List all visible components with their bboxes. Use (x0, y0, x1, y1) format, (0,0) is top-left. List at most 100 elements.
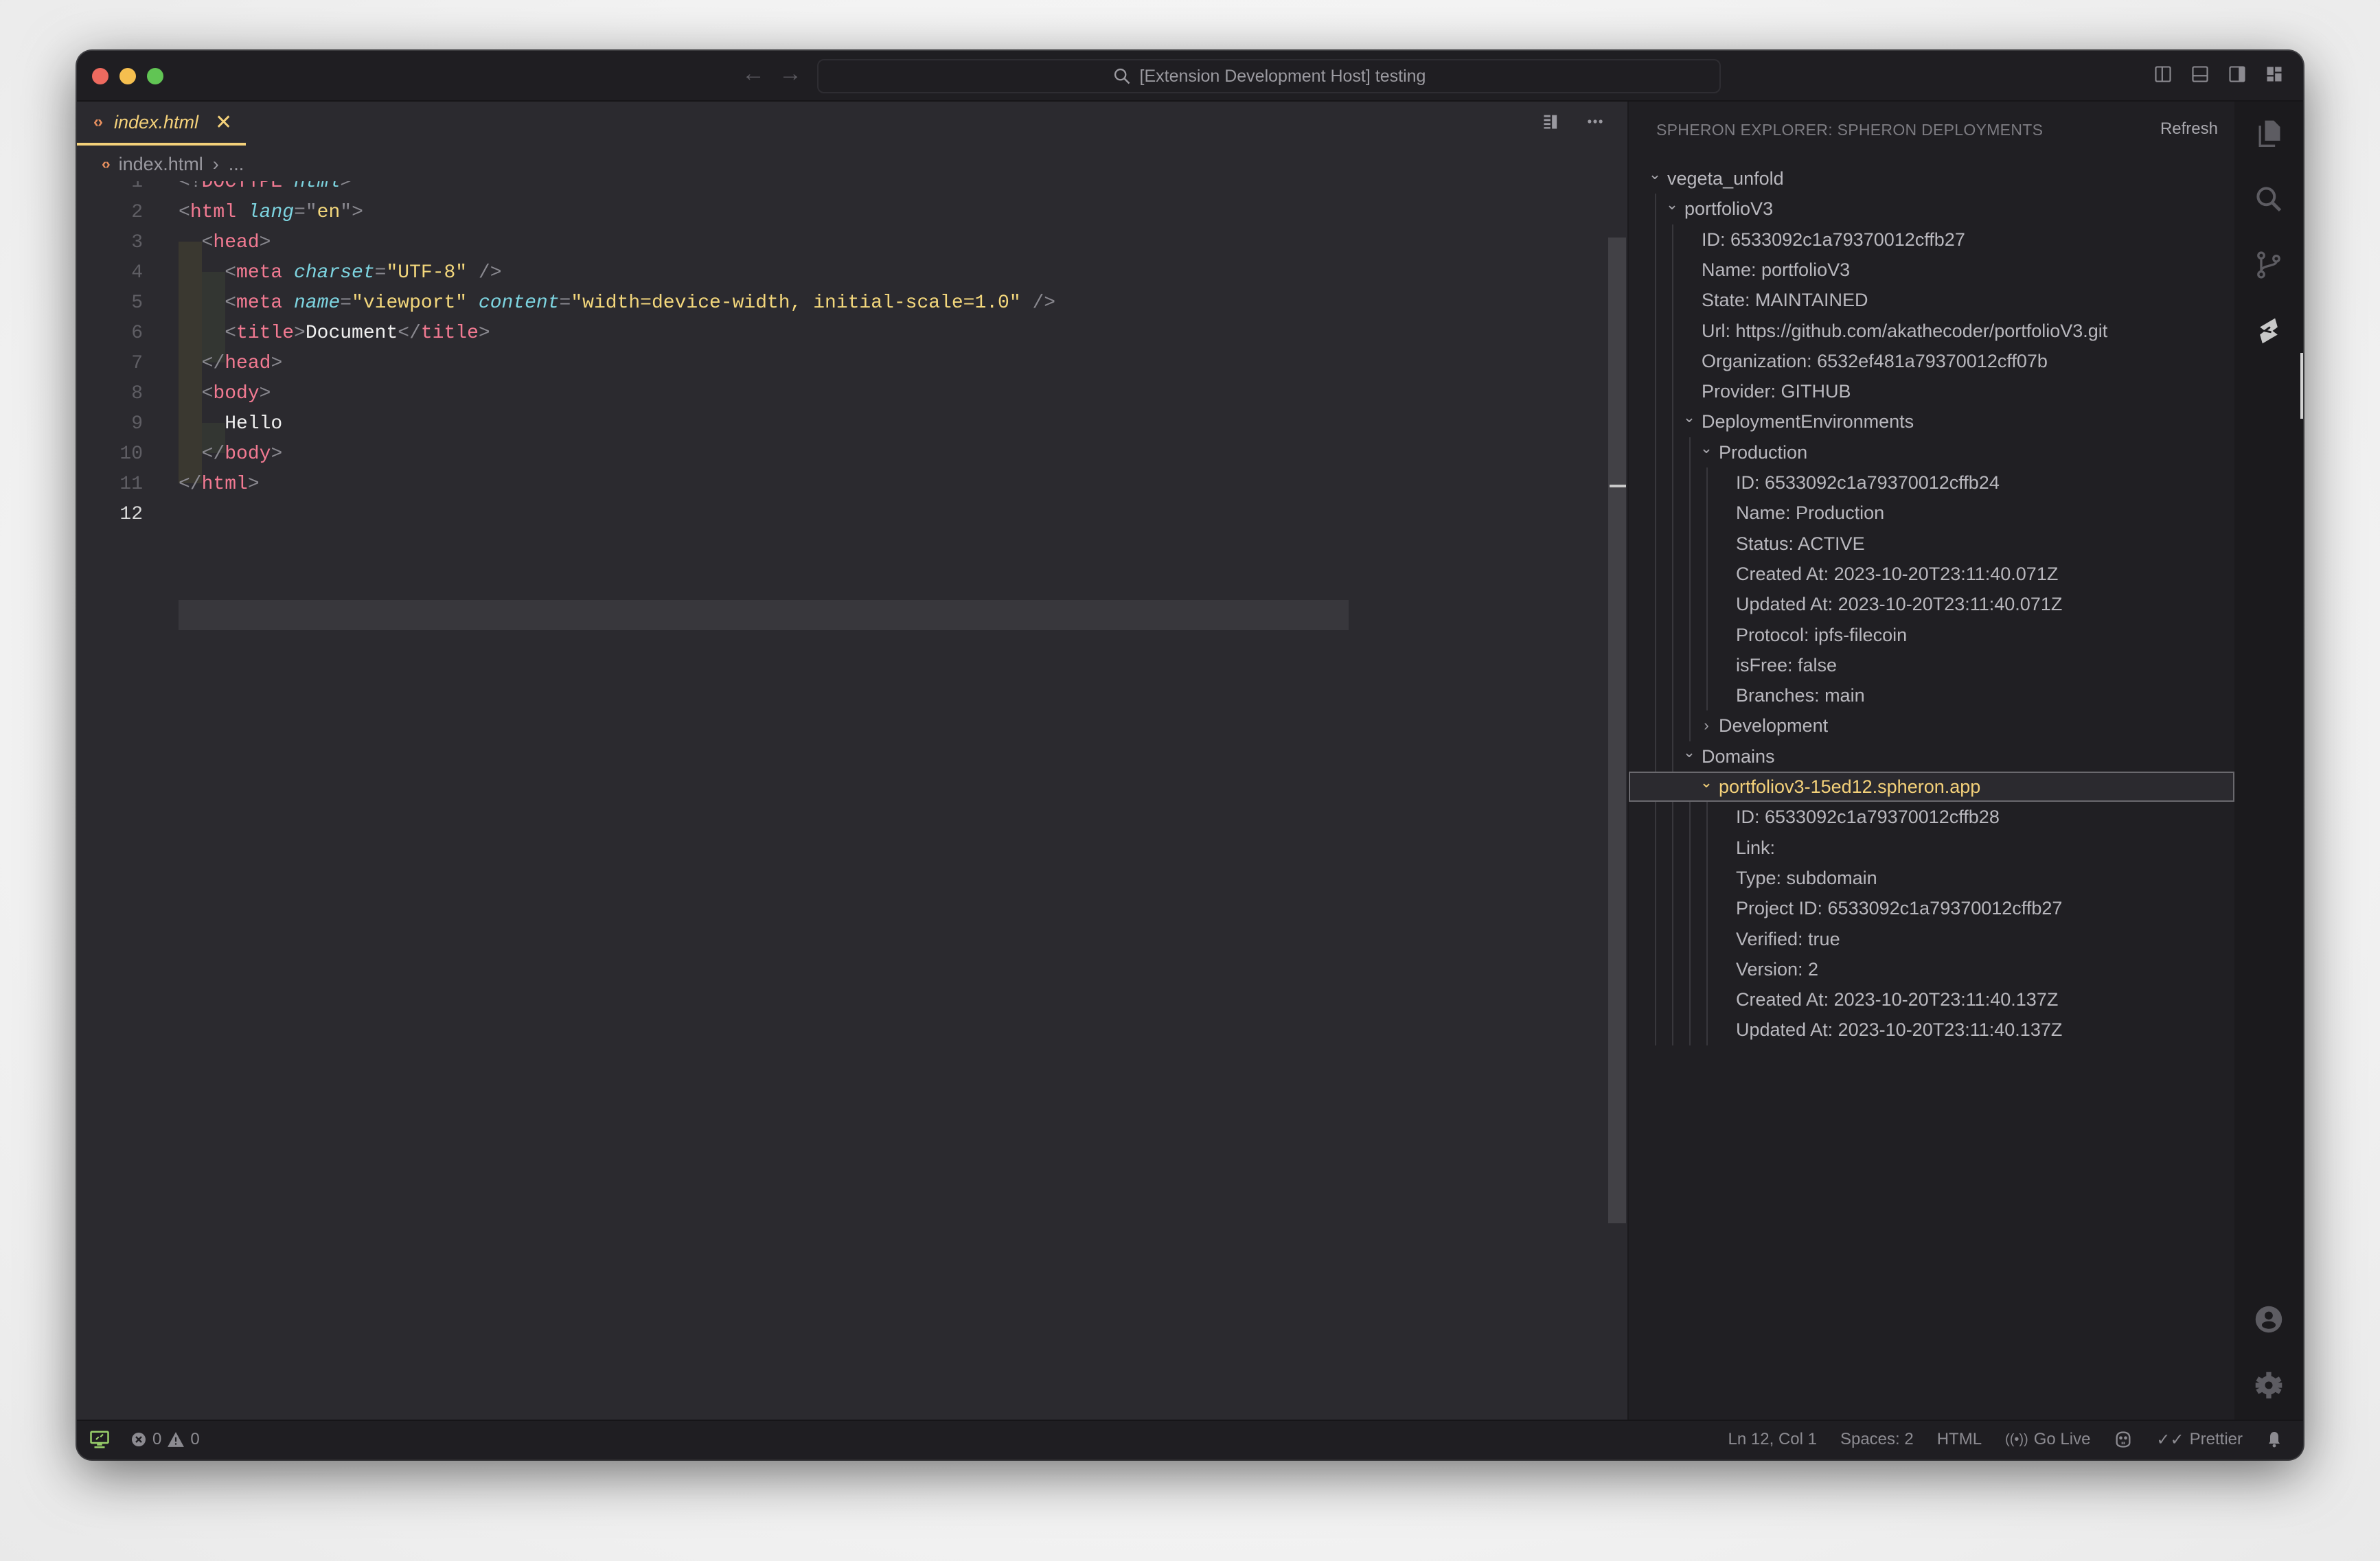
code-token: html (190, 202, 237, 223)
code-line[interactable]: 9 Hello (77, 409, 1519, 439)
tree-item[interactable]: ⌄ Production (1629, 437, 2236, 467)
code-line[interactable]: 4 <meta charset="UTF-8" /> (77, 258, 1519, 288)
tree-item[interactable]: Updated At: 2023-10-20T23:11:40.071Z (1629, 589, 2236, 619)
remote-window-icon[interactable] (89, 1429, 110, 1450)
language-mode[interactable]: HTML (1937, 1430, 1982, 1449)
tree-item[interactable]: Name: portfolioV3 (1629, 255, 2236, 285)
code-line[interactable]: 12 (77, 500, 1519, 530)
spheron-icon[interactable] (2254, 316, 2284, 346)
toggle-secondary-sidebar-icon[interactable] (2228, 65, 2247, 84)
tree-item[interactable]: Verified: true (1629, 924, 2236, 954)
tree-item[interactable]: ID: 6533092c1a79370012cffb28 (1629, 802, 2236, 832)
tree-item[interactable]: ID: 6533092c1a79370012cffb24 (1629, 467, 2236, 498)
tree-item[interactable]: Created At: 2023-10-20T23:11:40.137Z (1629, 984, 2236, 1015)
tree-item[interactable]: Protocol: ipfs-filecoin (1629, 620, 2236, 650)
tree-item[interactable]: ID: 6533092c1a79370012cffb27 (1629, 224, 2236, 255)
tree-item[interactable]: Status: ACTIVE (1629, 529, 2236, 559)
scrollbar-cursor-marker (1610, 485, 1626, 487)
code-token: "UTF-8" (386, 262, 468, 284)
chevron-down-icon[interactable]: ⌄ (1682, 737, 1696, 767)
tree-item[interactable]: Link: (1629, 833, 2236, 863)
account-icon[interactable] (2254, 1304, 2284, 1334)
tree-item[interactable]: Branches: main (1629, 680, 2236, 710)
customize-layout-icon[interactable] (2265, 65, 2284, 84)
code-line[interactable]: 2 <html lang="en"> (77, 198, 1519, 228)
explorer-icon[interactable] (2254, 118, 2284, 148)
problems-indicator[interactable]: 0 0 (130, 1430, 200, 1449)
tree-item[interactable]: Updated At: 2023-10-20T23:11:40.137Z (1629, 1015, 2236, 1045)
line-content: <html lang="en"> (179, 198, 363, 228)
toggle-panel-icon[interactable] (2190, 65, 2210, 84)
tree-item-label: vegeta_unfold (1667, 168, 1784, 189)
tree-item[interactable]: › Development (1629, 710, 2236, 741)
code-line[interactable]: 8 <body> (77, 379, 1519, 409)
editor-area: ‹› index.html ✕ ‹› index.html › ... 1 <!… (77, 102, 1626, 1420)
code-line[interactable]: 11 </html> (77, 470, 1519, 500)
code-line[interactable]: 5 <meta name="viewport" content="width=d… (77, 288, 1519, 319)
forward-arrow-icon[interactable]: → (779, 60, 802, 87)
settings-gear-icon[interactable] (2254, 1370, 2284, 1400)
code-line[interactable]: 6 <title>Document</title> (77, 319, 1519, 349)
notifications-bell-icon[interactable] (2266, 1431, 2282, 1448)
tree-item-label: ID: 6533092c1a79370012cffb24 (1736, 472, 2000, 493)
tree-item[interactable]: Url: https://github.com/akathecoder/port… (1629, 316, 2236, 346)
code-token: meta (236, 292, 283, 314)
search-icon[interactable] (2254, 184, 2284, 214)
tree-item[interactable]: Type: subdomain (1629, 863, 2236, 893)
code-token: > (271, 443, 283, 465)
tree-item[interactable]: isFree: false (1629, 650, 2236, 680)
indentation[interactable]: Spaces: 2 (1840, 1430, 1914, 1449)
chevron-down-icon[interactable]: ⌄ (1665, 189, 1679, 220)
editor-vertical-scrollbar[interactable] (1608, 238, 1626, 1223)
close-window-button[interactable] (92, 68, 108, 84)
command-center-search[interactable]: [Extension Development Host] testing (817, 59, 1721, 93)
breadcrumb-symbol[interactable]: ... (229, 154, 244, 175)
tree-item[interactable]: Organization: 6532ef481a79370012cff07b (1629, 346, 2236, 376)
close-tab-icon[interactable]: ✕ (215, 111, 232, 135)
cursor-position[interactable]: Ln 12, Col 1 (1728, 1430, 1817, 1449)
code-token: Hello (179, 413, 283, 435)
toggle-primary-sidebar-icon[interactable] (2153, 65, 2173, 84)
tree-item[interactable]: Provider: GITHUB (1629, 376, 2236, 406)
line-number: 1 (131, 181, 143, 193)
prettier-status[interactable]: ✓✓ Prettier (2156, 1430, 2243, 1450)
chevron-down-icon[interactable]: ⌄ (1700, 433, 1713, 463)
more-actions-icon[interactable] (1585, 111, 1605, 132)
tree-item-label: Organization: 6532ef481a79370012cff07b (1702, 350, 2048, 371)
tree-item-label: DeploymentEnvironments (1702, 411, 1914, 432)
code-line[interactable]: 3 <head> (77, 228, 1519, 258)
code-editor[interactable]: 1 <!DOCTYPE html> 2 <html lang="en"> 3 <head… (77, 181, 1601, 1403)
go-live-button[interactable]: ((•)) Go Live (2005, 1430, 2090, 1449)
chevron-down-icon[interactable]: ⌄ (1682, 402, 1696, 432)
zoom-window-button[interactable] (147, 68, 163, 84)
tree-item[interactable]: Project ID: 6533092c1a79370012cffb27 (1629, 893, 2236, 923)
breadcrumb-file[interactable]: index.html (119, 154, 203, 175)
tree-item-label: ID: 6533092c1a79370012cffb28 (1736, 807, 2000, 828)
chevron-down-icon[interactable]: ⌄ (1648, 159, 1662, 189)
tree-item-label: Project ID: 6533092c1a79370012cffb27 (1736, 898, 2063, 919)
source-control-icon[interactable] (2254, 250, 2284, 280)
split-editor-icon[interactable] (1541, 111, 1561, 132)
tree-item-label: Created At: 2023-10-20T23:11:40.071Z (1736, 563, 2059, 584)
code-line[interactable]: 10 </body> (77, 439, 1519, 470)
minimize-window-button[interactable] (119, 68, 136, 84)
tree-item[interactable]: Version: 2 (1629, 954, 2236, 984)
tree-item[interactable]: ⌄ portfolioV3 (1629, 194, 2236, 224)
tree-item[interactable]: State: MAINTAINED (1629, 285, 2236, 315)
chevron-down-icon[interactable]: ⌄ (1700, 767, 1713, 798)
copilot-icon[interactable] (2114, 1430, 2133, 1449)
tree-item[interactable]: Created At: 2023-10-20T23:11:40.071Z (1629, 559, 2236, 589)
tree-item[interactable]: ⌄ DeploymentEnvironments (1629, 406, 2236, 437)
tree-item-label: isFree: false (1736, 654, 1838, 675)
chevron-right-icon[interactable]: › (1700, 710, 1713, 741)
tree-item[interactable]: ⌄ Domains (1629, 741, 2236, 772)
code-line[interactable]: 1 <!DOCTYPE html> (77, 181, 1519, 198)
back-arrow-icon[interactable]: ← (742, 60, 765, 87)
tree-item-label: Updated At: 2023-10-20T23:11:40.071Z (1736, 594, 2063, 615)
tree-item[interactable]: ⌄ vegeta_unfold (1629, 163, 2236, 194)
refresh-button[interactable]: Refresh (2160, 119, 2218, 139)
code-line[interactable]: 7 </head> (77, 349, 1519, 379)
tab-index-html[interactable]: ‹› index.html ✕ (77, 102, 246, 146)
tree-item[interactable]: ⌄ portfoliov3-15ed12.spheron.app (1629, 772, 2234, 802)
tree-item[interactable]: Name: Production (1629, 498, 2236, 528)
